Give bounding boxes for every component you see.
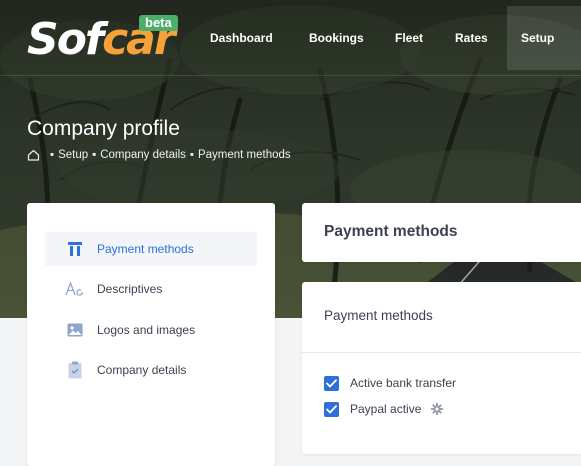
nav-dashboard[interactable]: Dashboard [210,31,273,45]
sidebar-item-payment-methods[interactable]: Payment methods [45,232,257,266]
top-navigation: Sofcar beta Dashboard Bookings Fleet Rat… [0,0,581,76]
section-title: Payment methods [324,308,433,323]
option-active-bank-transfer: Active bank transfer [324,375,456,391]
checkbox-label: Paypal active [350,402,422,416]
breadcrumb-company-details[interactable]: Company details [100,148,186,162]
breadcrumb-separator: ▪ [189,149,194,161]
payment-methods-header-card: Payment methods [302,203,581,262]
sidebar-item-label: Descriptives [97,282,163,296]
checkmark-icon [326,378,337,387]
gear-icon[interactable] [431,403,444,415]
image-icon [65,321,85,339]
section-divider [302,352,581,353]
breadcrumb-separator: ▪ [92,149,97,161]
checkmark-icon [326,404,337,413]
settings-sidebar: Payment methods Descriptives Logos and i… [27,203,275,466]
nav-bookings[interactable]: Bookings [309,31,364,45]
card-title: Payment methods [324,223,458,240]
breadcrumb-separator: ▪ [50,149,55,161]
main-nav: Dashboard Bookings Fleet Rates Setup [0,31,581,47]
sidebar-item-company-details[interactable]: Company details [45,353,257,387]
sidebar-item-logos-and-images[interactable]: Logos and images [45,313,257,347]
sidebar-item-label: Logos and images [97,323,196,337]
breadcrumb-payment-methods: Payment methods [197,149,291,161]
bank-transfer-checkbox[interactable] [324,375,339,391]
font-icon [65,280,85,298]
paypal-checkbox[interactable] [324,401,339,417]
beta-badge: beta [139,15,178,31]
nav-rates[interactable]: Rates [455,31,488,45]
option-paypal-active: Paypal active [324,401,444,417]
clipboard-icon [65,361,85,379]
page-title: Company profile [27,117,180,140]
breadcrumb: ▪ Setup ▪ Company details ▪ Payment meth… [27,148,291,162]
sidebar-item-label: Company details [97,363,187,377]
payment-icon [65,240,85,258]
checkbox-label: Active bank transfer [350,376,457,390]
home-icon[interactable] [27,149,40,161]
breadcrumb-setup[interactable]: Setup [58,148,88,162]
sidebar-item-label: Payment methods [97,242,194,256]
payment-methods-options-card: Payment methods Active bank transfer Pay… [302,282,581,454]
nav-setup[interactable]: Setup [521,31,554,45]
sidebar-item-descriptives[interactable]: Descriptives [45,272,257,306]
nav-fleet[interactable]: Fleet [395,31,423,45]
